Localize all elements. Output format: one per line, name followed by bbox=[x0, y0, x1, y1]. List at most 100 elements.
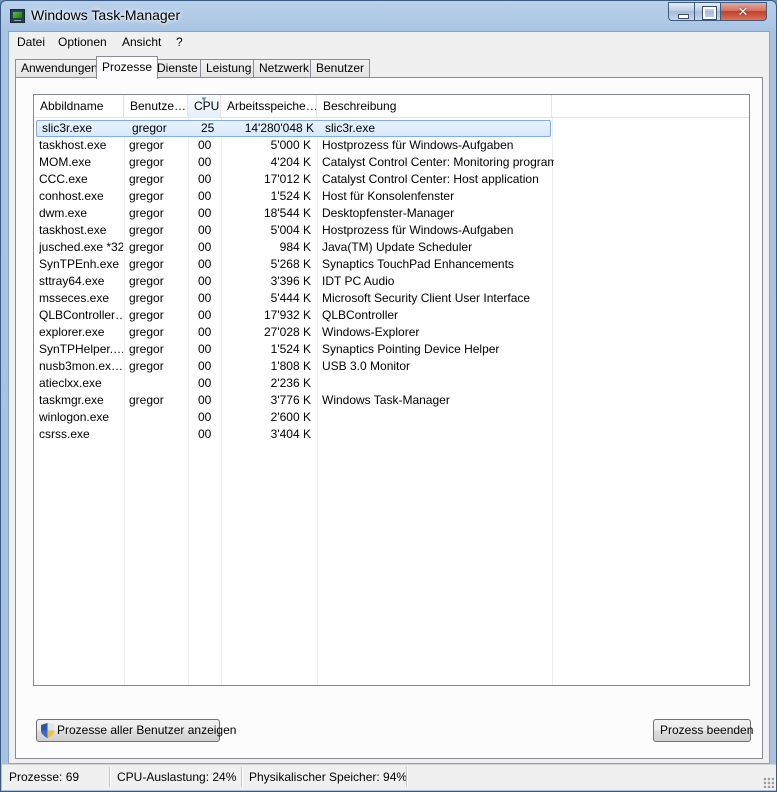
process-row[interactable]: msseces.exe gregor 00 5'444 K Microsoft Secu… bbox=[34, 290, 554, 307]
list-header: Abbildname Benutze… ▼ CPU Arbeitsspeiche… bbox=[34, 95, 749, 118]
process-memory: 3'776 K bbox=[270, 393, 311, 407]
column-header-name[interactable]: Abbildname bbox=[34, 95, 124, 118]
menu-datei[interactable]: Datei bbox=[17, 35, 45, 49]
column-header-memory[interactable]: Arbeitsspeiche… bbox=[221, 95, 317, 118]
process-name: jusched.exe *32 bbox=[39, 240, 123, 254]
process-memory: 1'808 K bbox=[270, 359, 311, 373]
maximize-button[interactable] bbox=[695, 2, 721, 21]
process-user: gregor bbox=[129, 138, 164, 152]
status-memory-usage: Physikalischer Speicher: 94% bbox=[249, 770, 408, 784]
process-row[interactable]: conhost.exe gregor 00 1'524 K Host für Konso… bbox=[34, 188, 554, 205]
process-row[interactable]: csrss.exe 00 3'404 K bbox=[34, 426, 554, 443]
process-user bbox=[129, 409, 187, 426]
show-all-users-button[interactable]: Prozesse aller Benutzer anzeigen bbox=[36, 719, 236, 742]
process-description: Catalyst Control Center: Monitoring prog… bbox=[322, 155, 554, 169]
process-name: nusb3mon.ex… bbox=[39, 359, 123, 373]
process-memory: 27'028 K bbox=[264, 325, 311, 339]
process-description: slic3r.exe bbox=[325, 121, 376, 135]
process-memory: 5'444 K bbox=[270, 291, 311, 305]
process-memory: 4'204 K bbox=[270, 155, 311, 169]
process-name: csrss.exe bbox=[39, 427, 90, 441]
tab-benutzer[interactable]: Benutzer bbox=[310, 59, 371, 78]
process-memory: 14'280'048 K bbox=[244, 121, 314, 135]
process-user: gregor bbox=[129, 155, 164, 169]
column-header-cpu[interactable]: ▼ CPU bbox=[188, 95, 221, 118]
process-description: Host für Konsolenfenster bbox=[322, 189, 455, 203]
process-user: gregor bbox=[129, 325, 164, 339]
process-list[interactable]: Abbildname Benutze… ▼ CPU Arbeitsspeiche… bbox=[33, 94, 750, 686]
process-memory: 17'012 K bbox=[264, 172, 311, 186]
process-name: explorer.exe bbox=[39, 325, 105, 339]
process-row[interactable]: taskmgr.exe gregor 00 3'776 K Windows Task-M… bbox=[34, 392, 554, 409]
process-name: sttray64.exe bbox=[39, 274, 105, 288]
process-memory: 1'524 K bbox=[270, 342, 311, 356]
process-user: gregor bbox=[129, 342, 164, 356]
tab-prozesse[interactable]: Prozesse bbox=[96, 56, 159, 79]
process-memory: 2'236 K bbox=[270, 376, 311, 390]
column-header-description[interactable]: Beschreibung bbox=[317, 95, 552, 118]
process-memory: 18'544 K bbox=[264, 206, 311, 220]
menu-optionen[interactable]: Optionen bbox=[58, 35, 107, 49]
tab-anwendungen[interactable]: Anwendungen bbox=[15, 59, 104, 78]
process-description: Hostprozess für Windows-Aufgaben bbox=[322, 138, 514, 152]
process-user: gregor bbox=[129, 206, 164, 220]
process-row[interactable]: sttray64.exe gregor 00 3'396 K IDT PC Audio bbox=[34, 273, 554, 290]
process-name: msseces.exe bbox=[39, 291, 110, 305]
status-separator bbox=[241, 767, 242, 787]
menu-help[interactable]: ? bbox=[176, 35, 183, 49]
process-name: slic3r.exe bbox=[42, 121, 93, 135]
process-row[interactable]: MOM.exe gregor 00 4'204 K Catalyst Control C… bbox=[34, 154, 554, 171]
process-row[interactable]: QLBController… gregor 00 17'932 K QLBControl… bbox=[34, 307, 554, 324]
process-memory: 5'004 K bbox=[270, 223, 311, 237]
title-bar[interactable]: Windows Task-Manager ✕ bbox=[1, 1, 776, 31]
process-row[interactable]: SynTPHelper.… gregor 00 1'524 K Synaptics Po… bbox=[34, 341, 554, 358]
menu-bar: Datei Optionen Ansicht ? bbox=[9, 32, 769, 52]
process-row[interactable]: jusched.exe *32 gregor 00 984 K Java(TM) Upd… bbox=[34, 239, 554, 256]
process-name: QLBController… bbox=[39, 308, 123, 322]
close-button[interactable]: ✕ bbox=[721, 2, 767, 21]
process-row[interactable]: dwm.exe gregor 00 18'544 K Desktopfenster-Ma… bbox=[34, 205, 554, 222]
process-name: SynTPHelper.… bbox=[39, 342, 123, 356]
process-name: taskmgr.exe bbox=[39, 393, 104, 407]
process-user bbox=[129, 426, 187, 443]
process-memory: 984 K bbox=[279, 240, 311, 254]
process-row[interactable]: CCC.exe gregor 00 17'012 K Catalyst Control … bbox=[34, 171, 554, 188]
end-process-button[interactable]: Prozess beenden bbox=[653, 719, 753, 742]
process-description: Java(TM) Update Scheduler bbox=[322, 240, 473, 254]
menu-ansicht[interactable]: Ansicht bbox=[122, 35, 161, 49]
process-user: gregor bbox=[129, 172, 164, 186]
process-row[interactable]: atieclxx.exe 00 2'236 K bbox=[34, 375, 554, 392]
process-user: gregor bbox=[129, 291, 164, 305]
tab-strip: Anwendungen Prozesse Dienste Leistung Ne… bbox=[9, 56, 769, 79]
process-memory: 2'600 K bbox=[270, 410, 311, 424]
tab-netzwerk[interactable]: Netzwerk bbox=[253, 59, 316, 78]
client-area: Datei Optionen Ansicht ? Anwendungen Pro… bbox=[8, 31, 770, 764]
column-header-user[interactable]: Benutze… bbox=[124, 95, 188, 118]
process-memory: 3'404 K bbox=[270, 427, 311, 441]
tab-dienste[interactable]: Dienste bbox=[151, 59, 204, 78]
sort-descending-icon: ▼ bbox=[200, 95, 208, 104]
resize-grip[interactable] bbox=[763, 777, 774, 788]
process-row[interactable]: taskhost.exe gregor 00 5'000 K Hostprozess f… bbox=[34, 137, 554, 154]
process-description bbox=[322, 409, 554, 426]
process-row[interactable]: explorer.exe gregor 00 27'028 K Windows-Expl… bbox=[34, 324, 554, 341]
process-name: taskhost.exe bbox=[39, 223, 107, 237]
process-memory: 5'000 K bbox=[270, 138, 311, 152]
process-user bbox=[129, 375, 187, 392]
status-separator bbox=[406, 767, 407, 787]
process-name: winlogon.exe bbox=[39, 410, 110, 424]
process-row[interactable]: winlogon.exe 00 2'600 K bbox=[34, 409, 554, 426]
process-user: gregor bbox=[129, 308, 164, 322]
uac-shield-icon bbox=[41, 723, 54, 738]
process-row[interactable]: SynTPEnh.exe gregor 00 5'268 K Synaptics Tou… bbox=[34, 256, 554, 273]
window-title: Windows Task-Manager bbox=[31, 7, 181, 23]
tab-leistung[interactable]: Leistung bbox=[200, 59, 258, 78]
process-description: USB 3.0 Monitor bbox=[322, 359, 411, 373]
process-description: Desktopfenster-Manager bbox=[322, 206, 455, 220]
process-name: dwm.exe bbox=[39, 206, 88, 220]
process-row[interactable]: nusb3mon.ex… gregor 00 1'808 K USB 3.0 Monit… bbox=[34, 358, 554, 375]
process-row[interactable]: slic3r.exe gregor 25 14'280'048 Kslic3r.exe bbox=[36, 120, 551, 137]
process-description: Catalyst Control Center: Host applicatio… bbox=[322, 172, 539, 186]
minimize-button[interactable] bbox=[668, 2, 695, 21]
process-row[interactable]: taskhost.exe gregor 00 5'004 K Hostprozess f… bbox=[34, 222, 554, 239]
